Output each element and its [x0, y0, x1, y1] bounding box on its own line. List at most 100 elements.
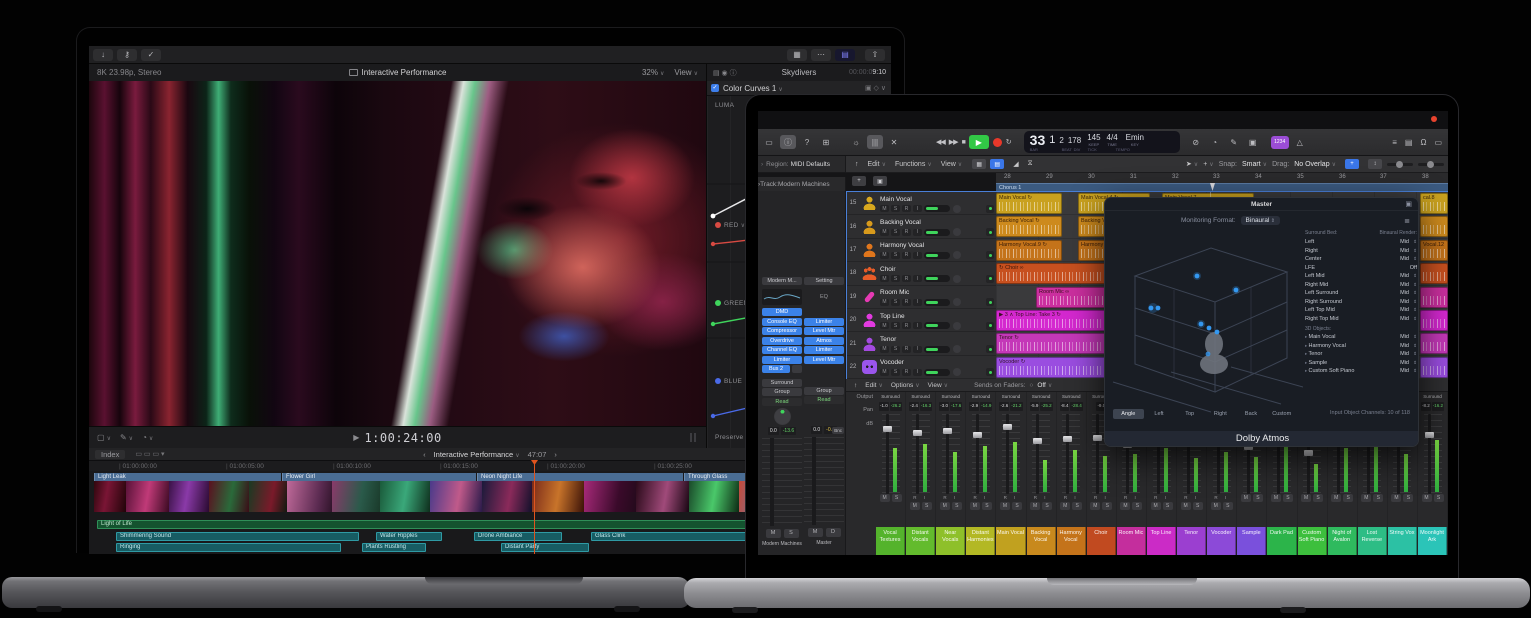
mute-button[interactable]: M: [880, 369, 889, 376]
mute-button[interactable]: M: [1241, 494, 1251, 502]
channel-name[interactable]: String Vox: [1388, 527, 1417, 555]
track-inspector-header[interactable]: ›Track:Modern Machines: [758, 177, 846, 191]
edit-menu[interactable]: Edit: [868, 161, 886, 168]
mute-button[interactable]: M: [1301, 494, 1311, 502]
output-slot[interactable]: Surround: [762, 379, 802, 387]
mute-button[interactable]: M: [880, 205, 889, 212]
channel-strip[interactable]: Surround -5.9-25.2 R I M S: [1027, 392, 1057, 555]
record-input-buttons[interactable]: R I: [1034, 494, 1049, 502]
cycle-button[interactable]: ↻: [1006, 138, 1012, 146]
midi-fx-slot[interactable]: DMD: [762, 308, 802, 316]
sfx-clip[interactable]: Drone Ambiance: [474, 532, 562, 541]
record-input-buttons[interactable]: R I: [913, 494, 928, 502]
view-button[interactable]: Back: [1236, 409, 1267, 419]
output-label[interactable]: Surround: [881, 392, 900, 401]
channel-strip[interactable]: Surround -1.0-26.2 M S: [876, 392, 906, 555]
mixer-options-menu[interactable]: Options: [891, 382, 920, 389]
duplicate-track-button[interactable]: ▣: [873, 176, 887, 186]
bed-channel-row[interactable]: Left Mid ⇕: [1305, 238, 1417, 247]
mute-button[interactable]: M: [1331, 494, 1341, 502]
vzoom-button[interactable]: ↕: [1368, 159, 1382, 169]
channel-name[interactable]: Harmony Vocal: [1057, 527, 1086, 555]
audio-fx-slot[interactable]: Console EQ: [762, 318, 802, 326]
sfx-clip[interactable]: Plants Rustling: [362, 543, 426, 552]
channel-name[interactable]: Backing Vocal: [1027, 527, 1056, 555]
v-zoom-slider[interactable]: [1418, 163, 1444, 166]
record-enable-button[interactable]: R: [902, 346, 911, 353]
channel-name[interactable]: Tenor: [1177, 527, 1206, 555]
video-clip[interactable]: Light Leak: [94, 473, 281, 481]
index-button[interactable]: Index: [95, 450, 125, 459]
track-row[interactable]: 22 Vocoder M S R I: [847, 356, 996, 379]
bed-channel-row[interactable]: Right Mid Mid ⇕: [1305, 281, 1417, 290]
automation-mode[interactable]: Read: [804, 396, 844, 404]
audio-fx-slot[interactable]: Level Mtr: [804, 327, 844, 335]
track-pan[interactable]: [953, 298, 961, 306]
inspector-tab-icons[interactable]: ▤ ◉ ⓘ: [713, 68, 737, 78]
record-enable-button[interactable]: R: [902, 252, 911, 259]
zoom-select[interactable]: 32%: [642, 68, 664, 77]
note-pads-icon[interactable]: ▤: [1405, 138, 1413, 147]
bar-ruler[interactable]: 28 29 30 31 32 33 34 35: [996, 173, 1448, 183]
volume-fader[interactable]: [942, 414, 960, 494]
mute-button[interactable]: M: [1000, 502, 1010, 510]
record-input-buttons[interactable]: R I: [943, 494, 958, 502]
next-project-arrow[interactable]: ›: [554, 450, 557, 459]
mute-button[interactable]: M: [1211, 502, 1221, 510]
channel-name[interactable]: Night of Avalon: [1328, 527, 1357, 555]
eq-label[interactable]: EQ: [804, 289, 844, 305]
view-button[interactable]: Left: [1144, 409, 1175, 419]
mixer-icon[interactable]: |||: [867, 135, 883, 149]
effect-row-icons[interactable]: ▣ ◇ ∨: [865, 84, 886, 92]
solo-button[interactable]: S: [1403, 494, 1413, 502]
region[interactable]: [1420, 263, 1448, 284]
volume-fader[interactable]: [972, 414, 990, 494]
smart-controls-icon[interactable]: ☼: [848, 135, 864, 149]
monitoring-format-select[interactable]: Binaural: [1241, 216, 1280, 225]
video-clip[interactable]: Neon Night Life: [477, 473, 683, 481]
record-input-buttons[interactable]: R I: [1214, 494, 1229, 502]
library-icon[interactable]: ▭: [761, 135, 777, 149]
track-onoff[interactable]: [986, 368, 994, 376]
record-input-buttons[interactable]: R I: [1004, 494, 1019, 502]
record-input-buttons[interactable]: R I: [974, 494, 989, 502]
solo-button[interactable]: S: [891, 299, 900, 306]
metronome-icon[interactable]: △: [1292, 135, 1308, 149]
sfx-clip[interactable]: Ringing: [116, 543, 341, 552]
audio-fx-slot[interactable]: Limiter: [804, 346, 844, 354]
quick-help-icon[interactable]: ?: [799, 135, 815, 149]
sends-mode-select[interactable]: Off: [1037, 382, 1052, 389]
dim-button[interactable]: D: [826, 528, 841, 537]
region[interactable]: [1420, 333, 1448, 354]
grid-button[interactable]: ▦: [972, 159, 986, 169]
bed-channel-row[interactable]: Right Surround Mid ⇕: [1305, 298, 1417, 307]
fader-cap[interactable]: [943, 428, 952, 434]
enhance-tool[interactable]: ✎: [120, 433, 133, 442]
track-onoff[interactable]: [986, 275, 994, 283]
channel-name[interactable]: Sample: [1237, 527, 1266, 555]
inspector-icon[interactable]: ⓘ: [780, 135, 796, 149]
solo-button[interactable]: S: [891, 322, 900, 329]
flex-icon[interactable]: ⧖: [1028, 160, 1033, 168]
channel-name[interactable]: Near Vocals: [936, 527, 965, 555]
channel-strip[interactable]: Surround -8.2-16.2 M S: [1418, 392, 1448, 555]
solo-button[interactable]: S: [1163, 502, 1173, 510]
object-row[interactable]: Tenor Mid ⇕: [1305, 350, 1417, 359]
effects-icon[interactable]: ⋯: [811, 49, 831, 61]
fader-cap[interactable]: [1003, 424, 1012, 430]
solo-button[interactable]: S: [1193, 502, 1203, 510]
sfx-clip[interactable]: Shimmering Sound: [116, 532, 359, 541]
mute-button[interactable]: M: [940, 502, 950, 510]
h-zoom-slider[interactable]: [1387, 163, 1413, 166]
bed-channel-row[interactable]: Left Top Mid Mid ⇕: [1305, 306, 1417, 315]
object-row[interactable]: Main Vocal Mid ⇕: [1305, 333, 1417, 342]
drag-select[interactable]: No Overlap: [1294, 161, 1336, 168]
bed-channel-row[interactable]: LFE Off: [1305, 264, 1417, 273]
volume-fader[interactable]: [1032, 414, 1050, 494]
prev-project-arrow[interactable]: ‹: [423, 450, 426, 459]
play-button[interactable]: ▶: [969, 135, 989, 149]
view-button[interactable]: Angle: [1113, 409, 1144, 419]
region[interactable]: [1420, 287, 1448, 308]
track-row[interactable]: 21 Tenor M S R I: [847, 332, 996, 355]
input-monitor-button[interactable]: I: [913, 205, 922, 212]
